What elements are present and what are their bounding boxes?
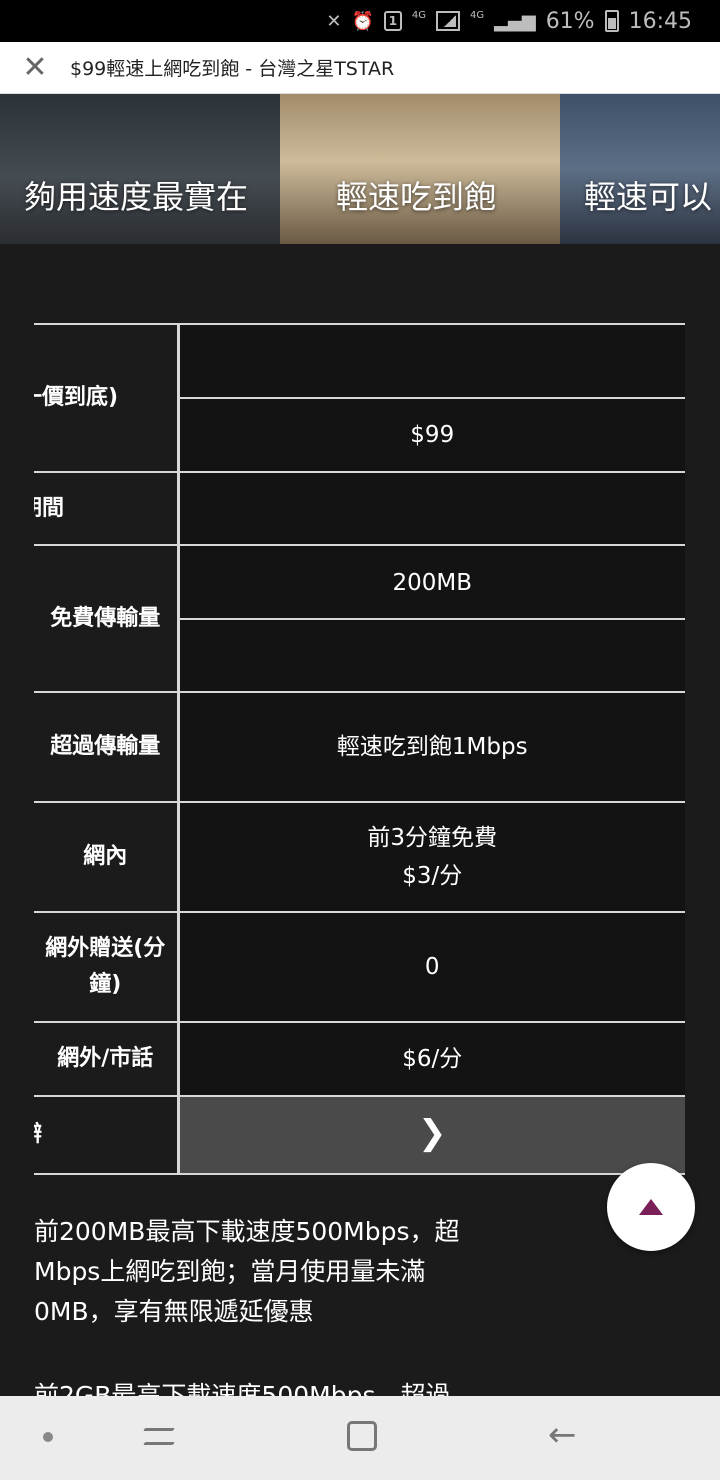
close-icon[interactable]: ✕ — [0, 42, 70, 94]
back-icon[interactable]: ← — [548, 1418, 577, 1452]
description-line-1: 前200MB最高下載速度500Mbps，超 — [34, 1217, 460, 1246]
network-type-2: 4G — [470, 9, 485, 21]
row-label-offnet-free: 網外贈送(分鐘) — [34, 911, 180, 1023]
cell-price: $99 — [178, 397, 685, 473]
arrow-up-icon — [639, 1199, 663, 1215]
row-label-apply: 辦 — [34, 1095, 180, 1175]
recents-icon[interactable] — [144, 1422, 176, 1452]
table-row: 網外/市話 $6/分 — [34, 1021, 685, 1097]
alarm-icon: ⏰ — [351, 10, 374, 32]
banner-caption-2: 輕速吃到飽 — [336, 178, 497, 216]
banner-panel-3[interactable]: 輕速可以 — [560, 94, 720, 244]
cell-over-data: 輕速吃到飽1Mbps — [178, 691, 685, 803]
plan-table: 一價到底) $99 期間 免費傳輸量 200MB 超過傳輸量 輕速吃到飽1Mbp… — [34, 323, 685, 1175]
cell-onnet-line-2: $3/分 — [402, 863, 463, 889]
table-row: 超過傳輸量 輕速吃到飽1Mbps — [34, 691, 685, 803]
mute-icon: ✕ — [326, 10, 342, 32]
apply-button[interactable]: ❯ — [178, 1095, 685, 1175]
network-type-1: 4G — [411, 9, 427, 21]
chevron-right-icon: ❯ — [418, 1113, 447, 1153]
table-row: 網外贈送(分鐘) 0 — [34, 911, 685, 1023]
table-row: 一價到底) — [34, 323, 685, 473]
battery-percent: 61% — [545, 8, 595, 34]
banner-caption-3: 輕速可以 — [584, 178, 713, 216]
cell-price-top — [178, 323, 685, 399]
banner-panel-1[interactable]: 夠用速度最實在 — [0, 94, 280, 244]
cell-onnet-line-1: 前3分鐘免費 — [367, 825, 498, 851]
signal-icon — [436, 11, 461, 31]
table-row: 網內 前3分鐘免費 $3/分 — [34, 801, 685, 913]
row-label-over-data: 超過傳輸量 — [34, 691, 180, 803]
cell-offnet-free: 0 — [178, 911, 685, 1023]
cell-free-data-sub — [178, 618, 685, 693]
page-title: $99輕速上網吃到飽 - 台灣之星TSTAR — [70, 58, 395, 80]
clock: 16:45 — [628, 8, 692, 34]
home-icon[interactable] — [347, 1421, 377, 1451]
description-line-3: 0MB，享有無限遞延優惠 — [34, 1297, 314, 1326]
row-label-onnet: 網內 — [34, 801, 180, 913]
signal-bars-icon: ▂▄▆ — [494, 10, 536, 32]
table-row: 期間 — [34, 471, 685, 546]
table-row: 辦 ❯ — [34, 1095, 685, 1175]
cell-offnet-landline: $6/分 — [178, 1021, 685, 1097]
banner-caption-1: 夠用速度最實在 — [24, 178, 249, 216]
cell-onnet: 前3分鐘免費 $3/分 — [178, 801, 685, 913]
battery-icon — [604, 10, 619, 32]
cell-free-data: 200MB — [178, 544, 685, 620]
sim-slot-icon: 1 — [383, 11, 402, 31]
description-line-2: Mbps上網吃到飽；當月使用量未滿 — [34, 1257, 426, 1286]
row-label-offnet-landline: 網外/市話 — [34, 1021, 180, 1097]
navigation-bar: ← — [0, 1396, 720, 1480]
browser-header: ✕ $99輕速上網吃到飽 - 台灣之星TSTAR — [0, 42, 720, 94]
table-row: 免費傳輸量 200MB — [34, 544, 685, 693]
row-label-price: 一價到底) — [34, 323, 180, 473]
row-label-free-data: 免費傳輸量 — [34, 544, 180, 693]
promo-banner: 夠用速度最實在 輕速吃到飽 輕速可以 — [0, 94, 720, 244]
plan-description: 前200MB最高下載速度500Mbps，超 Mbps上網吃到飽；當月使用量未滿 … — [34, 1212, 534, 1332]
banner-panel-2[interactable]: 輕速吃到飽 — [280, 94, 560, 244]
cell-period — [178, 471, 685, 546]
scroll-top-button[interactable] — [607, 1163, 695, 1251]
nav-dot-icon[interactable] — [43, 1432, 53, 1442]
status-bar: ✕ ⏰ 1 4G 4G ▂▄▆ 61% 16:45 — [0, 0, 720, 42]
row-label-period: 期間 — [34, 471, 180, 546]
